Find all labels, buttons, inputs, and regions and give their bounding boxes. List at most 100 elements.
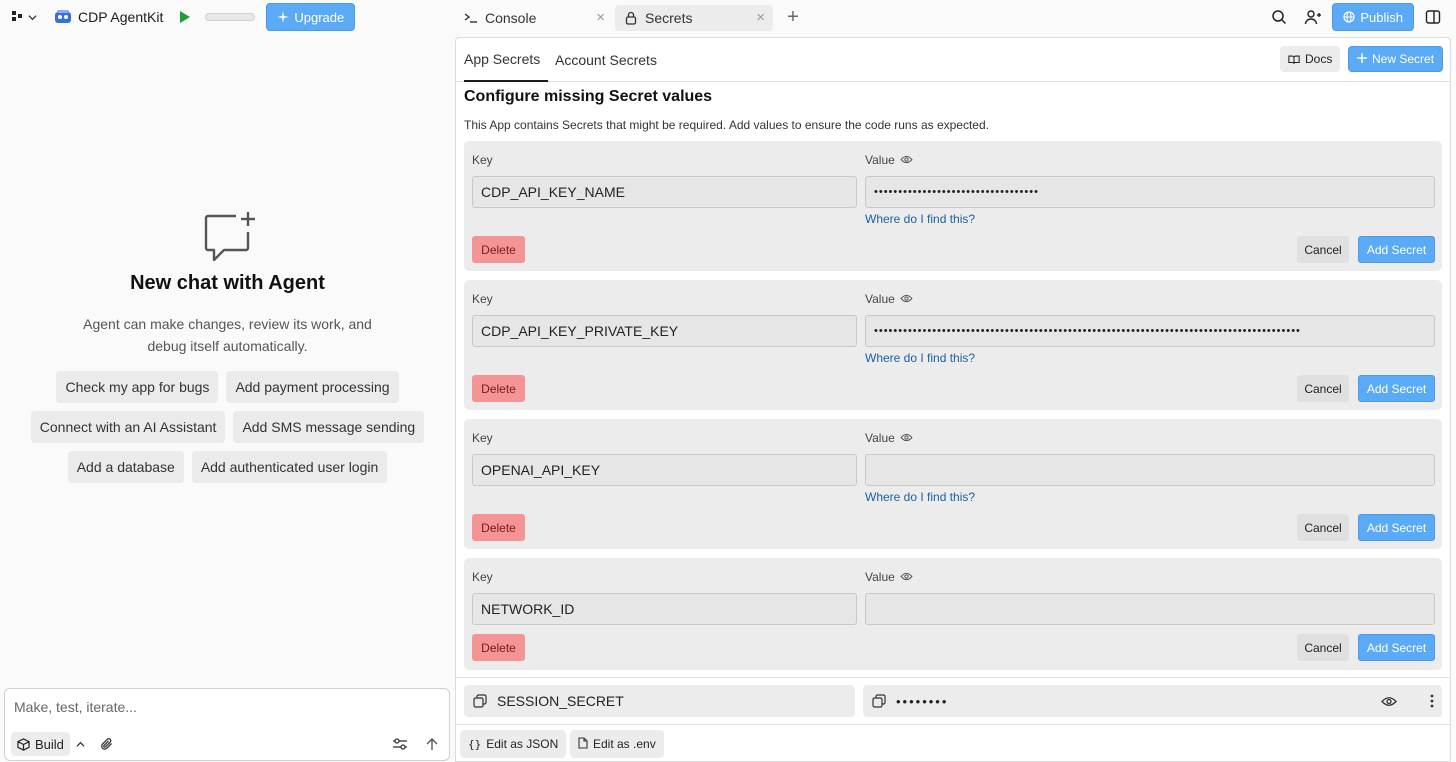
eye-icon[interactable] [900,153,913,167]
copy-icon[interactable] [871,693,887,709]
project-logo-icon [54,8,72,26]
suggestion-chip[interactable]: Add SMS message sending [233,411,425,443]
chat-description: Agent can make changes, review its work,… [83,316,372,354]
secret-value-field[interactable]: ••••••••••••••••••••••••••••••••••••••••… [865,315,1435,347]
close-icon[interactable]: × [596,9,605,26]
globe-icon [1343,11,1355,23]
missing-secret-card: Key Value CDP_API_KEY_NAME •••••••••••••… [464,141,1442,271]
suggestion-row: Check my app for bugs Add payment proces… [0,371,455,403]
delete-button[interactable]: Delete [472,236,525,263]
tab-account-secrets[interactable]: Account Secrets [555,38,657,82]
secrets-panel: App Secrets Account Secrets Docs New Sec… [455,37,1451,762]
cancel-button[interactable]: Cancel [1297,236,1349,263]
chevron-down-icon [28,10,37,25]
value-label-group: Value [865,431,913,445]
send-button[interactable] [422,734,442,754]
docs-button[interactable]: Docs [1280,46,1341,72]
value-label: Value [865,292,895,306]
value-label: Value [865,431,895,445]
chat-composer: Build [4,688,450,761]
delete-button[interactable]: Delete [472,634,525,661]
cancel-button[interactable]: Cancel [1297,514,1349,541]
eye-icon[interactable] [900,292,913,306]
eye-icon[interactable] [900,570,913,584]
value-label-group: Value [865,153,913,167]
help-link[interactable]: Where do I find this? [865,351,975,365]
saved-secret-value: •••••••• [863,685,1442,717]
help-link[interactable]: Where do I find this? [865,490,975,504]
suggestion-chip[interactable]: Add authenticated user login [191,451,388,483]
file-icon [578,736,588,752]
more-vertical-icon [1430,694,1434,708]
suggestion-chip[interactable]: Check my app for bugs [56,371,219,403]
suggestion-chip[interactable]: Add a database [67,451,184,483]
secret-key-field[interactable]: CDP_API_KEY_PRIVATE_KEY [472,315,857,347]
paperclip-icon [101,738,112,750]
secret-key-field[interactable]: NETWORK_ID [472,593,857,625]
copy-icon[interactable] [472,693,488,709]
build-mode-button[interactable]: Build [11,732,70,756]
edit-env-label: Edit as .env [593,737,656,751]
upgrade-label: Upgrade [294,9,345,25]
add-secret-button[interactable]: Add Secret [1358,634,1435,661]
value-label: Value [865,570,895,584]
edit-as-json-button[interactable]: {} Edit as JSON [460,730,567,758]
edit-json-label: Edit as JSON [486,737,559,751]
secret-key-field[interactable]: OPENAI_API_KEY [472,454,857,486]
tab-app-secrets[interactable]: App Secrets [464,38,548,82]
saved-secret-value-text: •••••••• [896,693,949,709]
workspace-menu-button[interactable] [12,10,42,25]
sidebar-toggle-button[interactable] [1418,3,1448,31]
upgrade-button[interactable]: Upgrade [266,3,356,31]
missing-secret-card: Key Value OPENAI_API_KEY Where do I find… [464,419,1442,549]
chat-settings-button[interactable] [390,734,410,754]
secret-value-field[interactable] [865,454,1435,486]
eye-icon[interactable] [900,431,913,445]
invite-user-button[interactable] [1298,3,1328,31]
cancel-button[interactable]: Cancel [1297,375,1349,402]
search-button[interactable] [1264,3,1294,31]
tab-console[interactable]: Console × [455,5,613,31]
sparkle-icon [277,11,290,23]
edit-as-env-button[interactable]: Edit as .env [570,730,664,758]
suggestion-row: Connect with an AI Assistant Add SMS mes… [0,411,455,443]
add-secret-button[interactable]: Add Secret [1358,375,1435,402]
key-label: Key [472,431,493,445]
publish-label: Publish [1360,9,1403,25]
close-icon[interactable]: × [756,9,765,26]
suggestion-chip[interactable]: Add payment processing [226,371,399,403]
run-progress-bar [205,13,256,21]
suggestion-chip[interactable]: Connect with an AI Assistant [30,411,226,443]
saved-secret-key: SESSION_SECRET [464,685,855,717]
reveal-secret-button[interactable] [1379,691,1399,711]
key-label: Key [472,570,493,584]
new-secret-button[interactable]: New Secret [1348,46,1444,72]
publish-button[interactable]: Publish [1332,3,1414,31]
more-options-button[interactable] [1422,691,1442,711]
cube-icon [17,737,30,751]
secret-value-field[interactable]: •••••••••••••••••••••••••••••••••• [865,176,1435,208]
workspace-tabs: Console × Secrets × + [455,0,803,34]
project-name[interactable]: CDP AgentKit [78,9,163,25]
chat-title: New chat with Agent [130,272,325,294]
chat-input[interactable] [14,699,434,715]
search-icon [1272,10,1287,25]
run-button[interactable] [177,9,193,25]
build-mode-toggle[interactable] [71,732,89,756]
add-secret-button[interactable]: Add Secret [1358,236,1435,263]
secrets-tabs: App Secrets Account Secrets Docs New Sec… [456,38,1450,82]
add-tab-button[interactable]: + [783,6,803,29]
secret-key-field[interactable]: CDP_API_KEY_NAME [472,176,857,208]
help-link[interactable]: Where do I find this? [865,212,975,226]
delete-button[interactable]: Delete [472,514,525,541]
tab-secrets[interactable]: Secrets × [615,5,773,31]
workspace-menu-icon [12,10,24,25]
secret-value-field[interactable] [865,593,1435,625]
cancel-button[interactable]: Cancel [1297,634,1349,661]
eye-icon [1381,696,1397,706]
configure-description: This App contains Secrets that might be … [464,118,989,132]
missing-secret-card: Key Value NETWORK_ID Delete Cancel Add S… [464,558,1442,670]
attach-button[interactable] [97,734,117,754]
delete-button[interactable]: Delete [472,375,525,402]
add-secret-button[interactable]: Add Secret [1358,514,1435,541]
